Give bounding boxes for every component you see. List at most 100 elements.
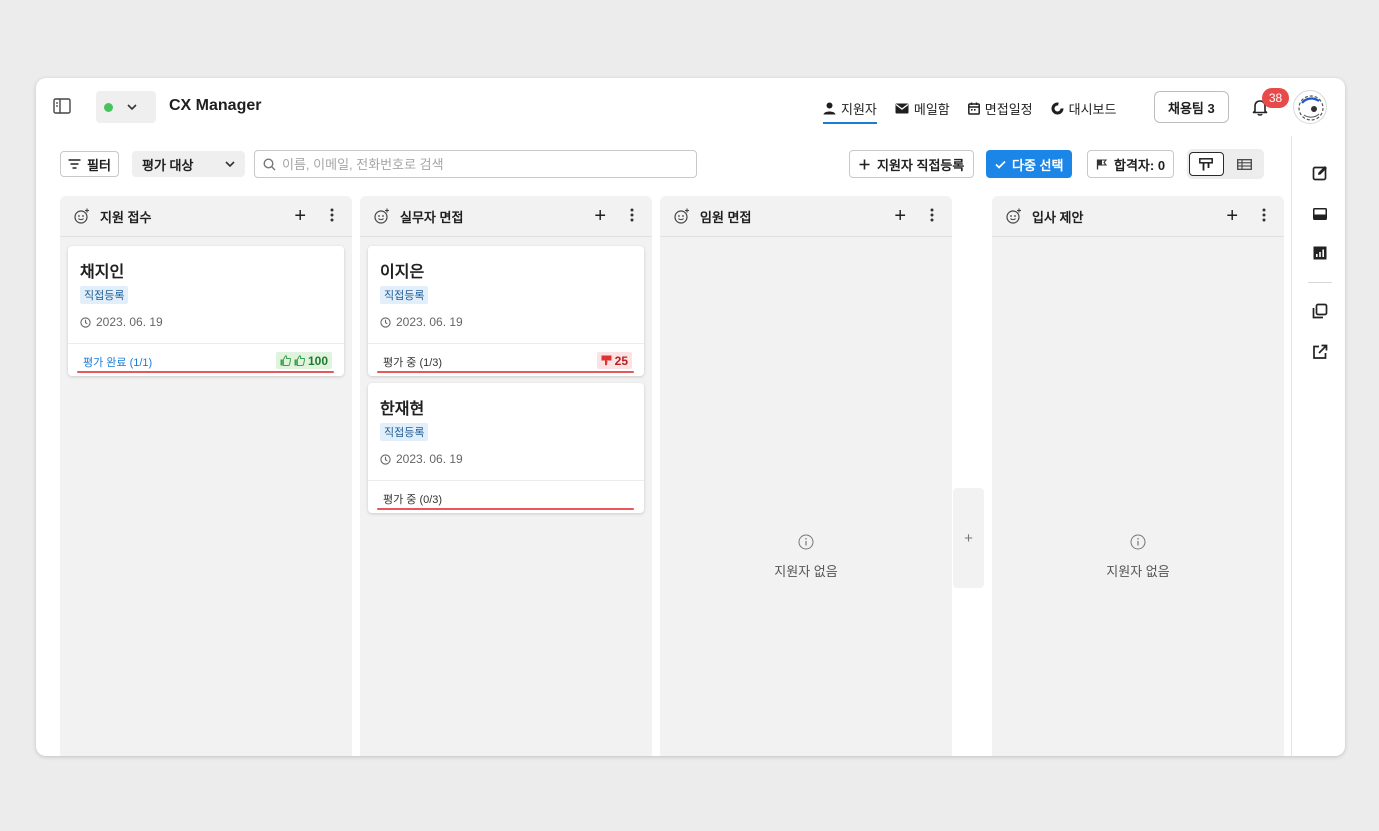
nav-interview-schedule-label: 면접일정 [984,101,1033,117]
clock-icon [80,316,91,328]
card-footer: 평가 완료 (1/1) 100 [68,343,344,376]
add-applicant-button[interactable]: 지원자 직접등록 [849,150,975,178]
empty-state-label: 지원자 없음 [774,564,838,579]
sidebar-toggle-icon[interactable] [53,98,71,114]
chevron-down-icon [127,104,137,110]
rail-divider [1308,282,1332,283]
nav-interview-schedule[interactable]: 면접일정 [967,94,1033,122]
filter-label: 필터 [87,157,111,173]
column-application-received: 지원 접수 + 채지인 직접등록 2023. 06. 19 평가 완료 (1/1… [60,196,352,756]
inbox-icon[interactable] [1312,206,1328,222]
add-column-button[interactable]: + [953,488,984,588]
search-input[interactable] [282,156,682,172]
table-view-icon [1237,158,1253,170]
more-vertical-icon[interactable] [330,207,334,223]
top-bar: CX Manager 지원자 메일함 면접일정 대시보드 채용팀 3 38 [36,78,1345,136]
applied-date-text: 2023. 06. 19 [96,315,163,329]
mail-icon [895,103,909,113]
smiley-add-icon [674,208,689,224]
add-card-button[interactable]: + [594,206,606,226]
applied-date: 2023. 06. 19 [80,315,163,329]
column-header: 입사 제안 + [992,196,1284,237]
person-icon [823,102,836,114]
score-value: 25 [614,353,628,368]
notification-badge: 38 [1262,88,1289,108]
checkmark-icon [995,160,1006,169]
source-tag: 직접등록 [80,286,129,304]
calendar-icon [967,102,980,115]
search-box[interactable] [254,150,697,178]
app-window: CX Manager 지원자 메일함 면접일정 대시보드 채용팀 3 38 필터… [36,78,1345,756]
copy-icon[interactable] [1312,303,1328,319]
more-vertical-icon[interactable] [630,207,634,223]
smiley-add-icon [374,208,389,224]
filter-button[interactable]: 필터 [60,151,119,177]
applicant-card[interactable]: 이지은 직접등록 2023. 06. 19 평가 중 (1/3) 25 [368,246,644,376]
progress-bar [377,508,634,510]
add-card-button[interactable]: + [1226,206,1238,226]
thumbs-up-icon [294,355,305,366]
progress-bar [377,371,634,373]
column-header: 임원 면접 + [660,196,952,237]
card-footer: 평가 중 (0/3) [368,480,644,513]
multi-select-label: 다중 선택 [1012,157,1064,173]
evaluation-status: 평가 완료 (1/1) [83,357,153,369]
nav-applicants-label: 지원자 [841,101,877,117]
nav-mailbox[interactable]: 메일함 [895,94,950,122]
more-vertical-icon[interactable] [930,207,934,223]
filter-icon [68,159,81,169]
clock-icon [380,453,391,465]
column-title: 지원 접수 [100,209,152,225]
flag-icon [1096,158,1107,169]
board-view-button[interactable] [1189,152,1224,176]
more-vertical-icon[interactable] [1262,207,1266,223]
bar-chart-icon[interactable] [1312,245,1328,261]
evaluation-status: 평가 중 (1/3) [383,357,443,369]
column-job-offer: 입사 제안 + 지원자 없음 [992,196,1284,756]
score-badge: 25 [596,352,632,369]
applicant-name: 이지은 [380,264,425,281]
multi-select-button[interactable]: 다중 선택 [986,150,1073,178]
status-dot-icon [104,102,113,112]
column-practitioner-interview: 실무자 면접 + 이지은 직접등록 2023. 06. 19 평가 중 (1/3… [360,196,652,756]
status-select[interactable] [96,91,156,123]
view-toggle [1187,149,1264,179]
table-view-button[interactable] [1228,152,1262,176]
applied-date: 2023. 06. 19 [380,452,463,466]
team-button[interactable]: 채용팀 3 [1154,91,1229,123]
avatar[interactable] [1293,90,1327,124]
passed-count-label: 합격자: 0 [1114,157,1166,173]
column-title: 입사 제안 [1032,209,1084,225]
chevron-down-icon [225,161,235,167]
empty-state: 지원자 없음 [992,534,1284,580]
smiley-add-icon [74,208,89,224]
edit-icon[interactable] [1312,165,1328,181]
donut-chart-icon [1051,102,1064,114]
external-link-icon[interactable] [1312,344,1328,360]
applied-date: 2023. 06. 19 [380,315,463,329]
thumbs-up-icon [280,355,291,366]
empty-state-label: 지원자 없음 [1106,564,1170,579]
add-applicant-label: 지원자 직접등록 [877,157,965,173]
applied-date-text: 2023. 06. 19 [396,452,463,466]
column-executive-interview: 임원 면접 + 지원자 없음 [660,196,952,756]
add-card-button[interactable]: + [894,206,906,226]
column-title: 실무자 면접 [400,209,464,225]
source-tag: 직접등록 [380,286,429,304]
evaluation-target-select[interactable]: 평가 대상 [132,151,245,177]
applicant-card[interactable]: 한재현 직접등록 2023. 06. 19 평가 중 (0/3) [368,383,644,513]
nav-mailbox-label: 메일함 [913,101,950,117]
evaluation-target-value: 평가 대상 [142,157,194,173]
progress-bar [77,371,334,373]
nav-dashboard[interactable]: 대시보드 [1051,94,1116,122]
avatar-image-icon [1298,95,1324,121]
passed-count-button[interactable]: 합격자: 0 [1087,150,1175,178]
add-card-button[interactable]: + [294,206,306,226]
search-icon [263,157,276,170]
nav-applicants[interactable]: 지원자 [823,94,877,124]
source-tag: 직접등록 [380,423,429,441]
applicant-card[interactable]: 채지인 직접등록 2023. 06. 19 평가 완료 (1/1) 100 [68,246,344,376]
plus-icon [859,159,870,169]
empty-state: 지원자 없음 [660,534,952,580]
main-nav: 지원자 메일함 면접일정 대시보드 [823,94,1116,124]
